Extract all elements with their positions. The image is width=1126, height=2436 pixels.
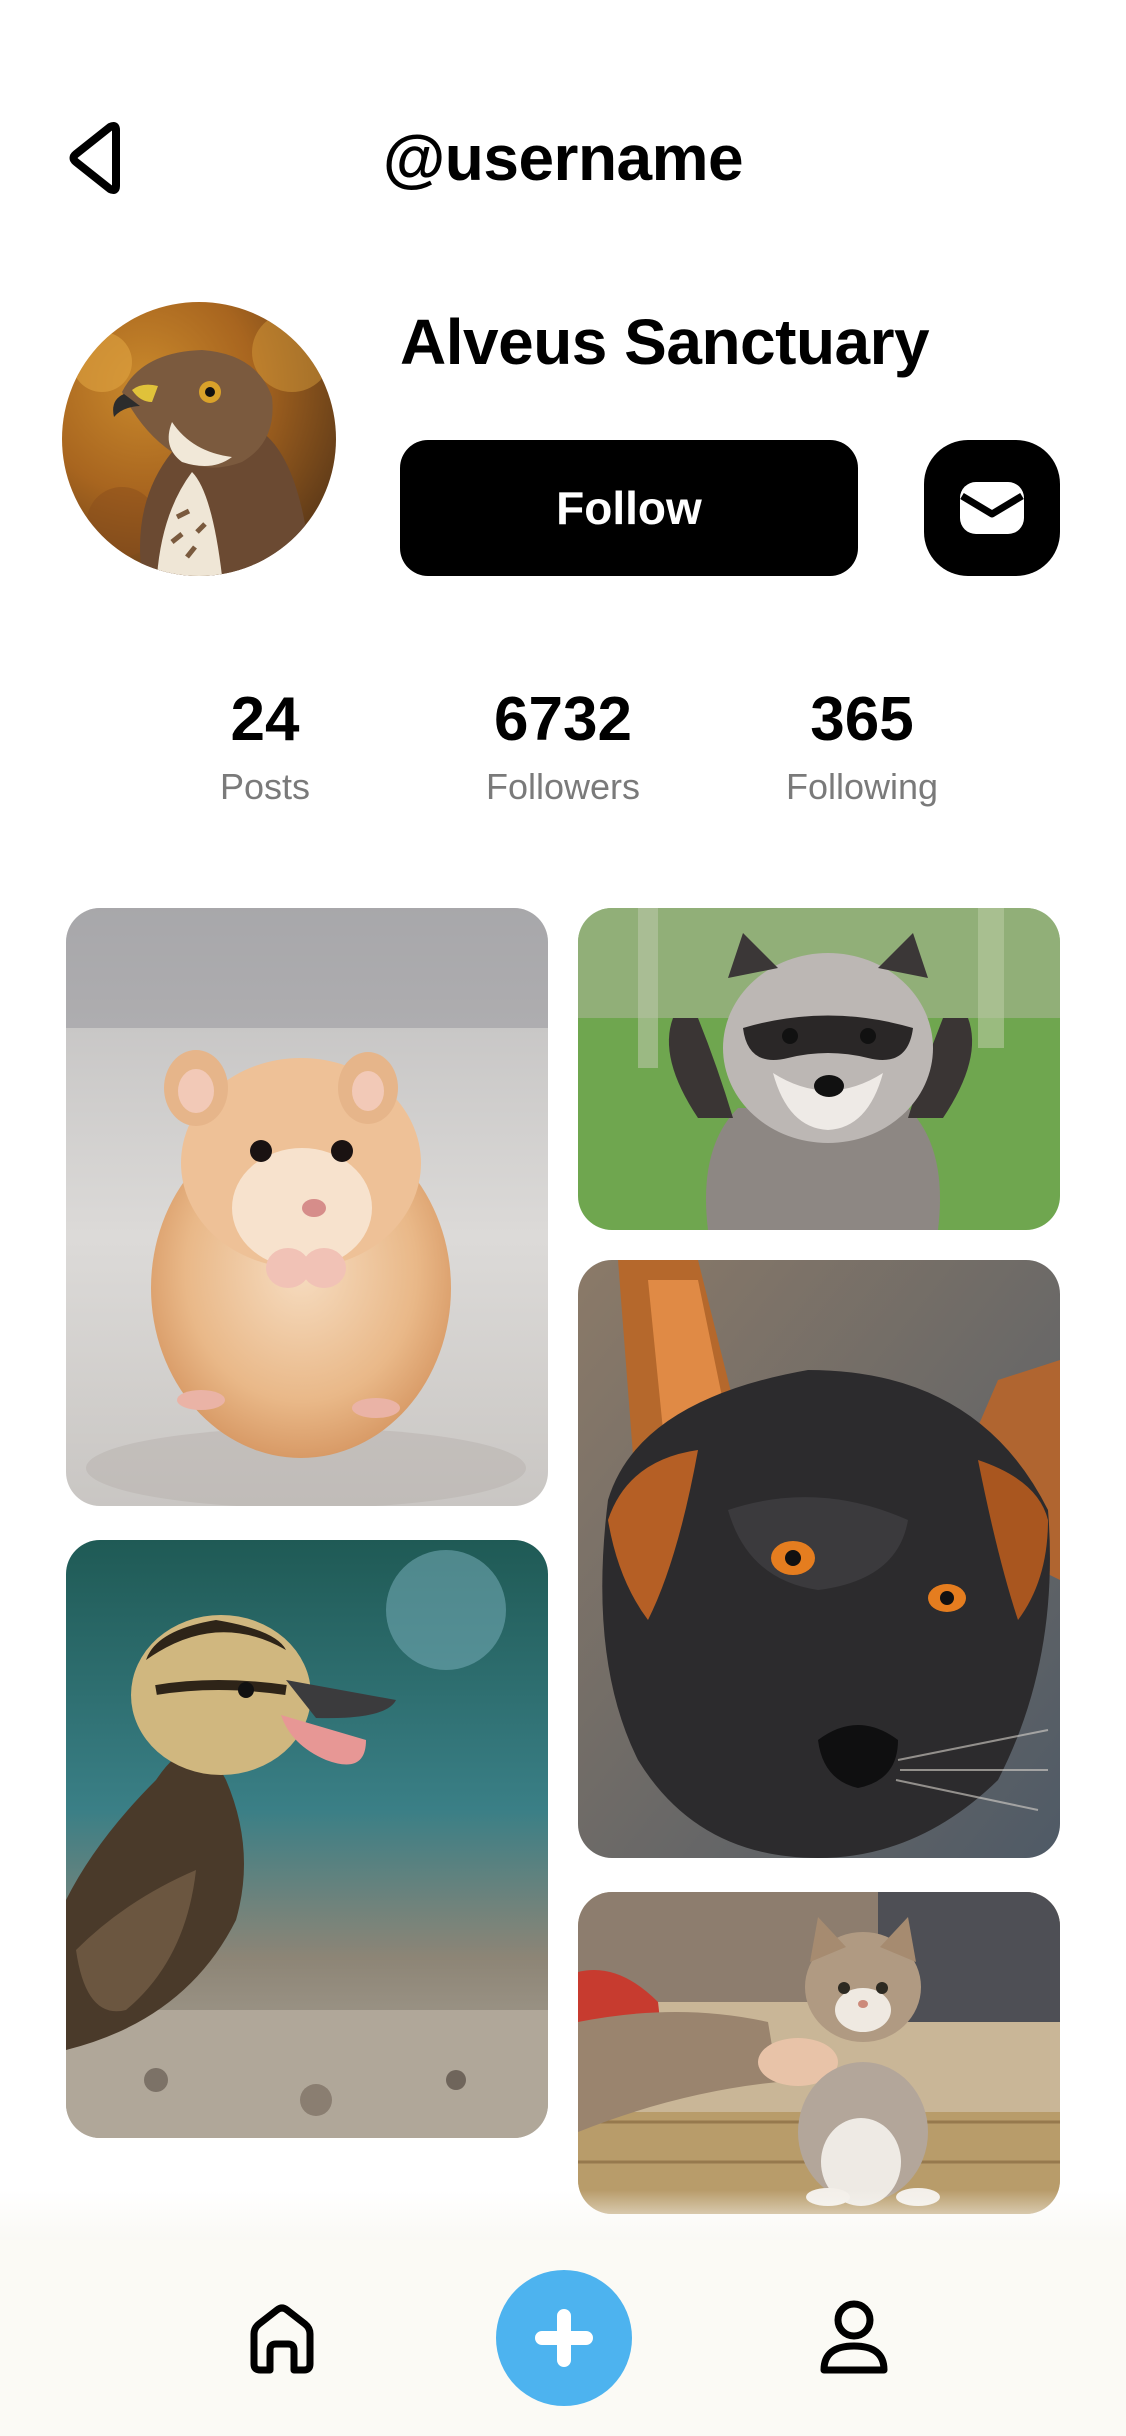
stat-following[interactable]: 365 Following <box>742 680 982 812</box>
stat-label: Posts <box>219 766 311 807</box>
back-button[interactable] <box>58 118 138 198</box>
nav-home-button[interactable] <box>214 2270 350 2406</box>
stat-followers[interactable]: 6732 Followers <box>443 680 683 812</box>
post-tile-kitten[interactable] <box>578 1892 1060 2214</box>
stat-value: 365 <box>810 685 914 754</box>
hamster-photo <box>66 908 548 1506</box>
duckling-photo <box>66 1540 548 2138</box>
post-tile-hamster[interactable] <box>66 908 548 1506</box>
display-name: Alveus Sanctuary <box>400 306 930 378</box>
person-icon <box>820 2300 888 2374</box>
stat-label: Following <box>785 766 939 807</box>
back-triangle-icon <box>69 122 120 194</box>
avatar[interactable] <box>62 302 336 576</box>
stat-label: Followers <box>485 766 641 807</box>
envelope-icon <box>960 482 1024 534</box>
profile-screen: @username Alveus Sanctuary Follow 24 Pos… <box>0 0 1126 2436</box>
stat-value: 6732 <box>494 685 632 754</box>
stat-posts[interactable]: 24 Posts <box>145 680 385 812</box>
home-icon <box>250 2304 314 2374</box>
post-tile-raccoon[interactable] <box>578 908 1060 1230</box>
post-tile-fox[interactable] <box>578 1260 1060 1858</box>
nav-profile-button[interactable] <box>786 2270 922 2406</box>
nav-fade <box>0 2190 1126 2240</box>
message-button[interactable] <box>924 440 1060 576</box>
page-title: @username <box>382 122 744 194</box>
raccoon-photo <box>578 908 1060 1230</box>
nav-create-button[interactable] <box>496 2270 632 2406</box>
bottom-nav <box>0 2240 1126 2436</box>
fox-photo <box>578 1260 1060 1858</box>
post-tile-duckling[interactable] <box>66 1540 548 2138</box>
plus-icon <box>535 2309 593 2367</box>
kitten-photo <box>578 1892 1060 2214</box>
stat-value: 24 <box>230 685 300 754</box>
follow-button[interactable]: Follow <box>400 440 858 576</box>
hawk-avatar-image <box>62 302 336 576</box>
